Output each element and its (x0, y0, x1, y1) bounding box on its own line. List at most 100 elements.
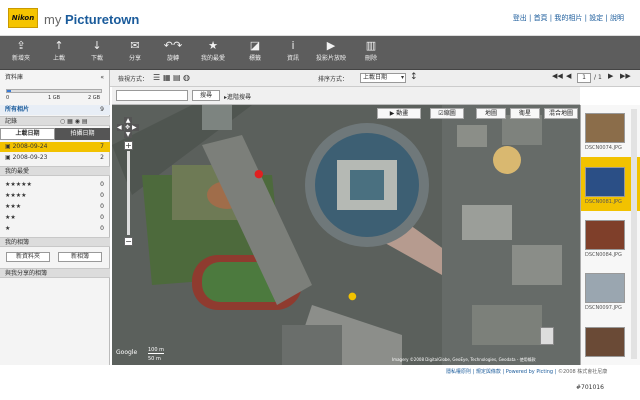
footer: 隱私權原則 | 規定與條款 | Powered by Picting | ©20… (0, 365, 640, 400)
info-button[interactable]: i 資訊 (276, 39, 310, 62)
zoom-slider[interactable] (127, 151, 130, 235)
chevron-down-icon: ▾ (400, 74, 404, 81)
advanced-search-link[interactable]: ▸進階搜尋 (224, 92, 251, 101)
upload-button[interactable]: ↑ 上載 (42, 39, 76, 62)
nikon-logo[interactable]: Nikon (8, 8, 38, 28)
shared-albums-header[interactable]: 與我分享的相簿 (0, 268, 110, 278)
home-link[interactable]: 首頁 (534, 14, 548, 22)
all-photos-item[interactable]: 所有相片 9 (0, 105, 110, 115)
view-thumbnail-icon[interactable]: ▤ (173, 73, 181, 82)
storage-max: 2 GB (88, 95, 101, 101)
rotate-button[interactable]: ↶↷ 旋轉 (156, 39, 190, 62)
tab-shot-date[interactable]: 拍攝日期 (55, 128, 110, 140)
star-filter-item[interactable]: ★ 0 (0, 224, 110, 234)
first-page-icon[interactable]: ◀◀ (552, 72, 563, 80)
map-copyright: Imagery ©2008 DigitalGlobe, GeoEye, Tech… (392, 357, 536, 362)
photo-thumbnail[interactable] (585, 113, 625, 143)
view-map-icon[interactable]: ◍ (183, 73, 190, 82)
pan-up-icon[interactable]: ▲ (124, 117, 132, 124)
collapse-icon[interactable]: « (100, 73, 104, 83)
zoom-out-button[interactable]: − (124, 237, 133, 246)
date-item[interactable]: ▣ 2008-09-23 2 (0, 153, 110, 163)
new-album-button[interactable]: 新相簿 (58, 252, 102, 262)
footer-links: 隱私權原則 | 規定與條款 | Powered by Picting | ©20… (446, 369, 608, 375)
storage-mid: 1 GB (48, 95, 61, 101)
map-pan-control[interactable]: ▲ ◀ ✥ ▶ ▼ (117, 117, 139, 139)
record-header: 記錄 ○ ▦ ◉ ▤ (0, 116, 110, 126)
map-marker-icon[interactable]: ● (348, 291, 357, 302)
photo-thumbnail[interactable] (585, 327, 625, 357)
last-page-icon[interactable]: ▶▶ (620, 72, 631, 80)
upload-icon: ⇪ (16, 39, 26, 52)
trash-icon: ▥ (365, 39, 377, 52)
photo-thumbnail[interactable] (585, 273, 625, 303)
new-folder-button[interactable]: ⇪ 新增夾 (4, 39, 38, 62)
sort-label: 排序方式： (318, 76, 349, 83)
my-photos-link[interactable]: 我的相片 (554, 14, 582, 22)
view-label: 檢視方式： (118, 76, 149, 83)
brand-title: my Picturetown (44, 12, 140, 27)
star-icon: ★ (208, 39, 218, 52)
photo-thumbnail[interactable] (585, 220, 625, 250)
zoom-in-button[interactable]: + (124, 141, 133, 150)
thumbnail-filename: DSCN0081.JPG (585, 199, 622, 205)
albums-header: 我的相簿 (0, 237, 110, 247)
powered-by-link[interactable]: Powered by Picting (506, 369, 553, 375)
tag-icon: ◪ (249, 39, 261, 52)
terms-link[interactable]: 規定與條款 (476, 369, 501, 375)
star-filter-item[interactable]: ★★ 0 (0, 213, 110, 223)
share-button[interactable]: ✉ 分享 (118, 39, 152, 62)
star-filter-item[interactable]: ★★★★ 0 (0, 191, 110, 201)
view-list-icon[interactable]: ☰ (153, 73, 160, 82)
animation-button[interactable]: ▶ 動畫 (377, 108, 421, 119)
star-filter-item[interactable]: ★★★ 0 (0, 202, 110, 212)
map-type-satellite[interactable]: 衛星 (510, 108, 540, 119)
favorite-button[interactable]: ★ 我的最愛 (196, 39, 230, 62)
slideshow-button[interactable]: ▶ 投影片放映 (314, 39, 348, 62)
prev-page-icon[interactable]: ◀ (566, 72, 571, 80)
help-link[interactable]: 說明 (610, 14, 624, 22)
scale-feet: 50 m (148, 356, 161, 362)
photo-thumbnail[interactable] (585, 167, 625, 197)
storage-fill (7, 90, 11, 92)
header: Nikon my Picturetown 登出 | 首頁 | 我的相片 | 設定… (0, 0, 640, 36)
star-filter-item[interactable]: ★★★★★ 0 (0, 180, 110, 190)
new-folder-sidebar-button[interactable]: 新資料夾 (6, 252, 50, 262)
date-item[interactable]: ▣ 2008-09-24 7 (0, 142, 110, 152)
satellite-map[interactable]: ● ● ▲ ◀ ✥ ▶ ▼ + − ▶ 動畫 ☑縮圖 地圖 衛星 混合地圖 Go… (112, 105, 580, 365)
storage-min: 0 (6, 95, 10, 101)
watermark: #701016 (576, 384, 604, 391)
pan-down-icon[interactable]: ▼ (124, 131, 132, 138)
scale-meters: 100 m (148, 347, 165, 354)
tag-button[interactable]: ◪ 標籤 (238, 39, 272, 62)
pan-right-icon[interactable]: ▶ (132, 124, 139, 131)
top-links: 登出 | 首頁 | 我的相片 | 設定 | 說明 (512, 14, 624, 22)
calendar-icon: ▣ (5, 143, 13, 150)
thumbnail-scrollbar[interactable] (631, 109, 637, 359)
thumbnail-filename: DSCN0084.JPG (585, 252, 622, 258)
thumbnail-filename: DSCN0097.JPG (585, 305, 622, 311)
map-type-map[interactable]: 地圖 (476, 108, 506, 119)
map-marker-icon[interactable]: ● (254, 167, 264, 180)
sort-order-icon[interactable]: ↕ (410, 72, 418, 82)
sort-select[interactable]: 上載日期 ▾ (360, 73, 406, 83)
search-button[interactable]: 搜尋 (192, 90, 220, 101)
privacy-link[interactable]: 隱私權原則 (446, 369, 471, 375)
tab-upload-date[interactable]: 上載日期 (0, 128, 55, 140)
copyright-text: ©2008 株式會社尼康 (557, 369, 608, 375)
pan-left-icon[interactable]: ◀ (117, 124, 124, 131)
view-grid-icon[interactable]: ▦ (163, 73, 171, 82)
settings-link[interactable]: 設定 (589, 14, 603, 22)
view-options-icon[interactable]: ○ ▦ ◉ ▤ (60, 117, 88, 127)
pegman-icon[interactable] (540, 327, 554, 345)
search-row: 搜尋 ▸進階搜尋 (112, 87, 580, 105)
next-page-icon[interactable]: ▶ (608, 72, 613, 80)
thumbnail-checkbox[interactable]: ☑縮圖 (430, 108, 464, 119)
delete-button[interactable]: ▥ 刪除 (354, 39, 388, 62)
search-input[interactable] (116, 90, 188, 101)
page-input[interactable]: 1 (577, 73, 591, 83)
pan-center-icon[interactable]: ✥ (125, 124, 132, 131)
download-button[interactable]: ↓ 下載 (80, 39, 114, 62)
logout-link[interactable]: 登出 (513, 14, 527, 22)
map-type-hybrid[interactable]: 混合地圖 (544, 108, 578, 119)
